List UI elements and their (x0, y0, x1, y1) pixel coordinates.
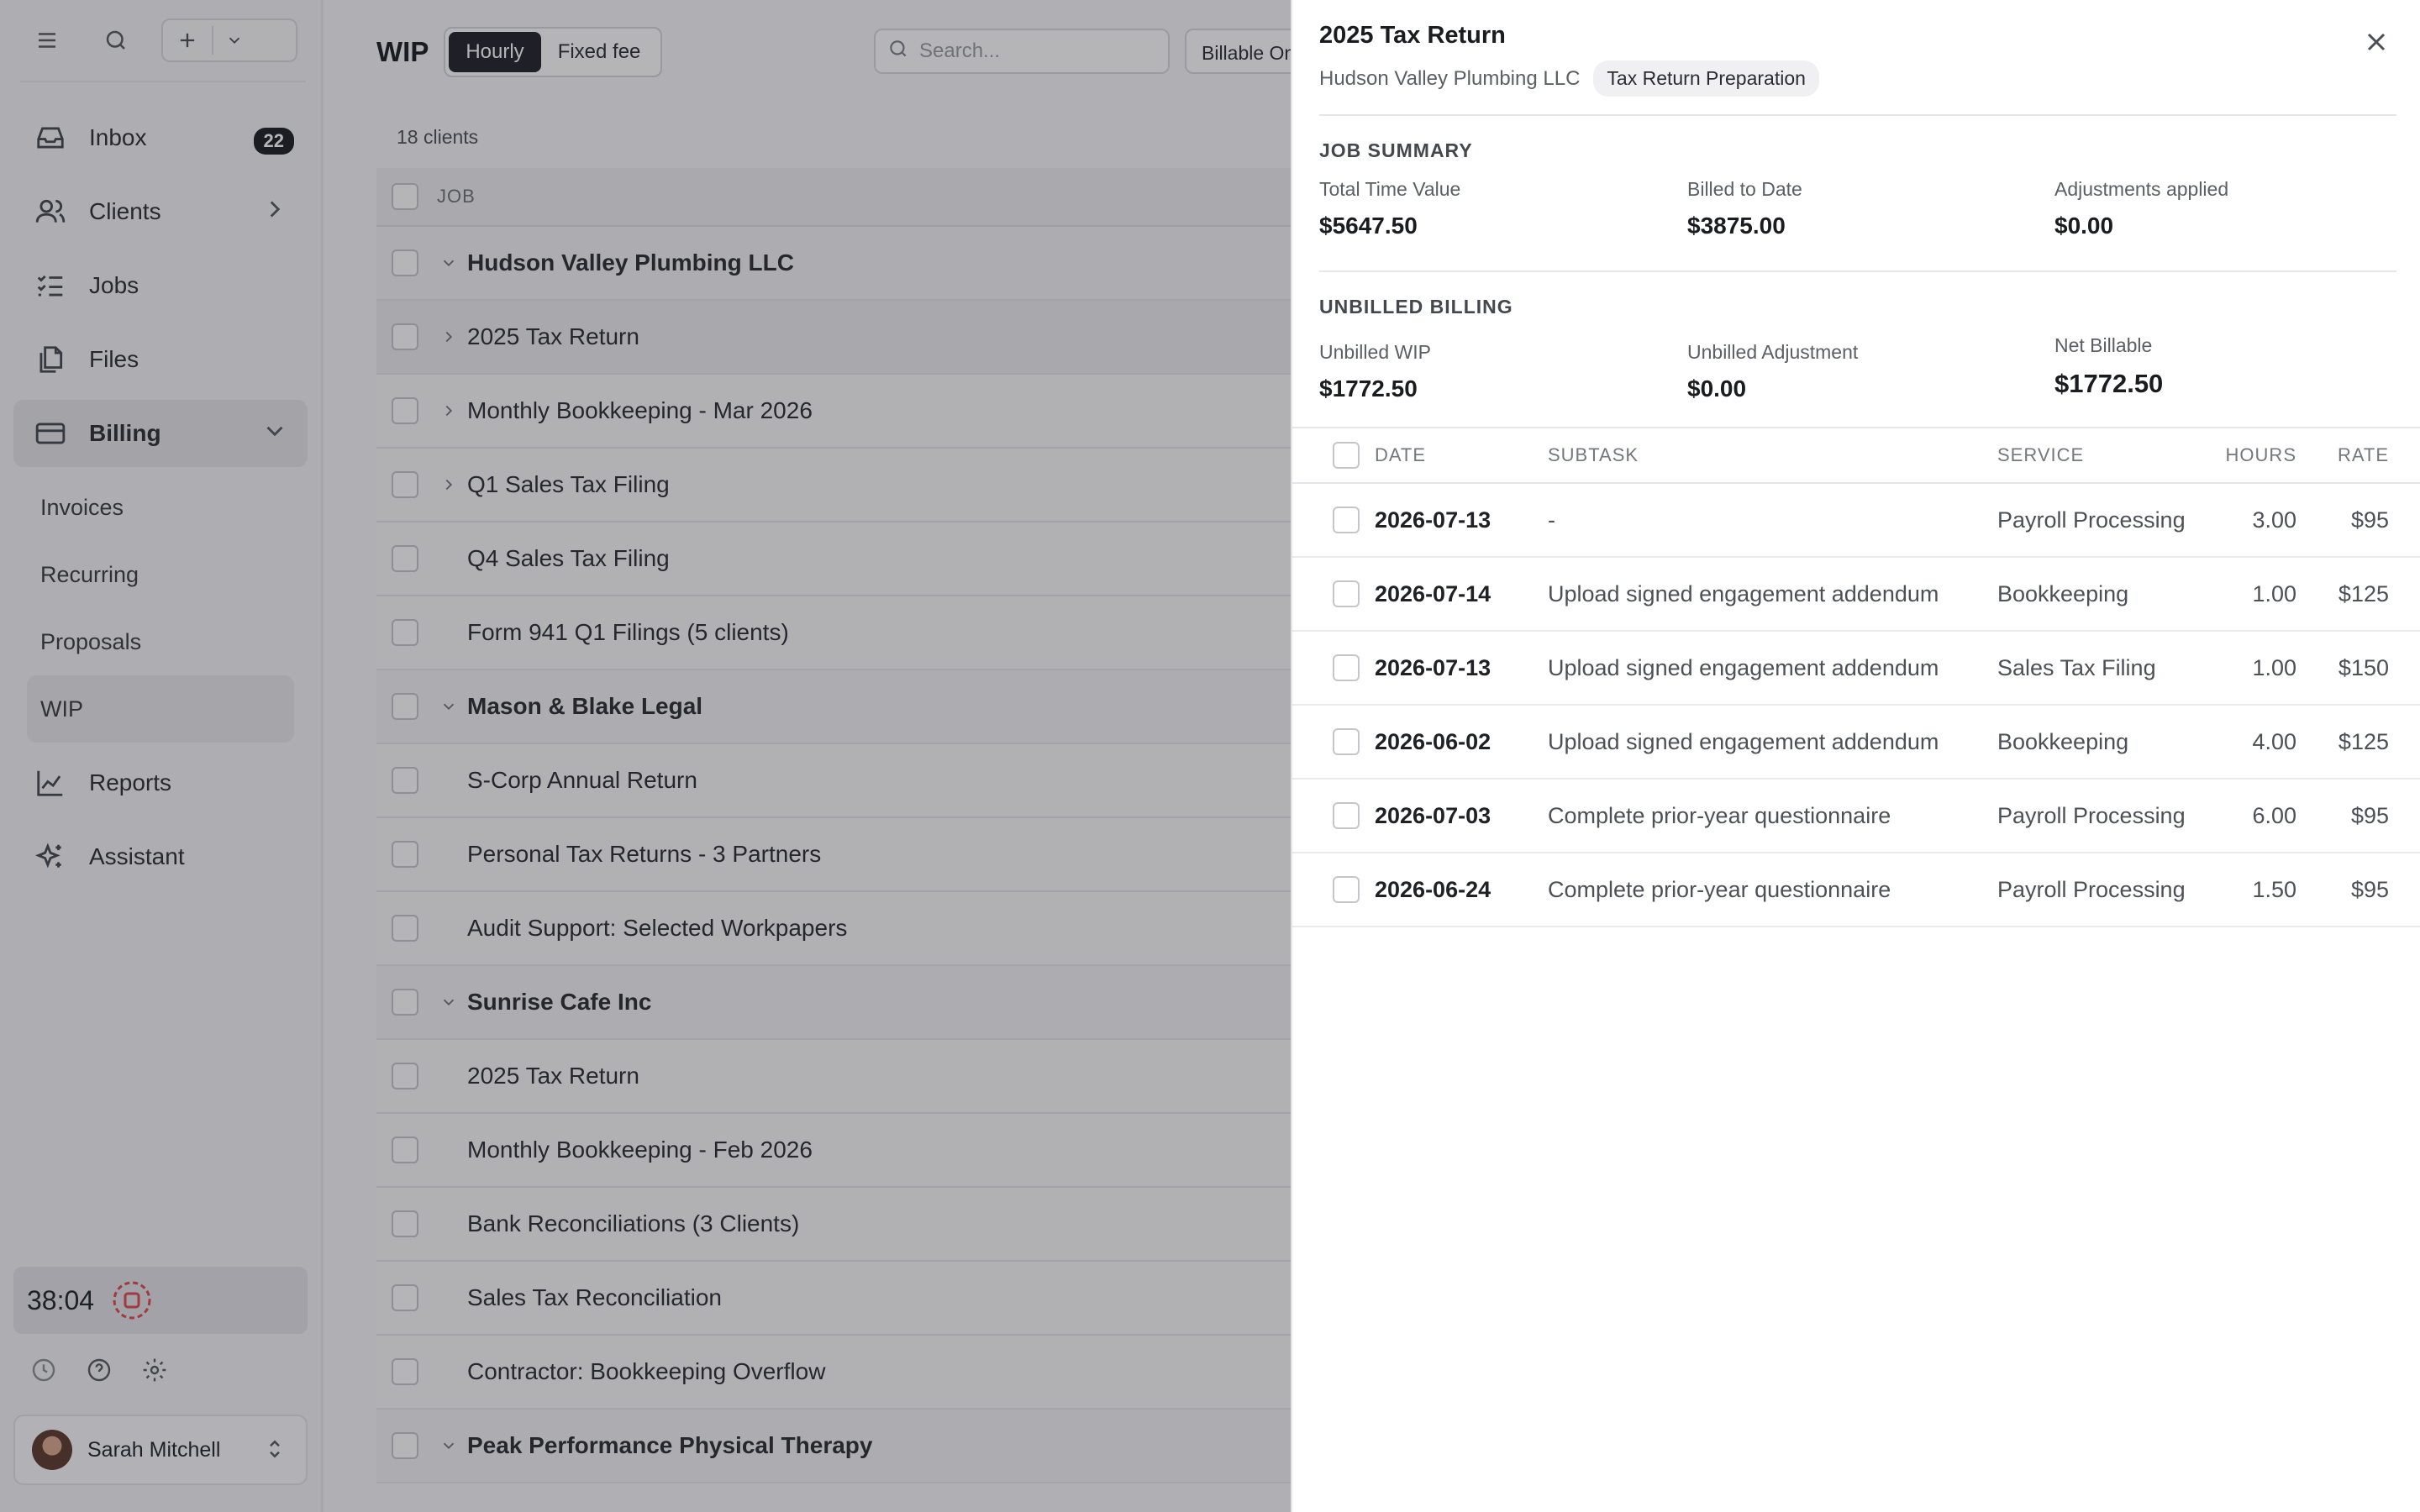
entry-checkbox[interactable] (1333, 876, 1360, 903)
client-name[interactable]: Hudson Valley Plumbing LLC (1319, 67, 1580, 91)
entry-date: 2026-07-13 (1375, 507, 1491, 533)
time-entry-row[interactable]: 2026-06-02 Upload signed engagement adden… (1292, 706, 2420, 780)
job-detail-drawer: 2025 Tax Return Hudson Valley Plumbing L… (1291, 0, 2420, 1512)
unbilled-wip: Unbilled WIP $1772.50 (1319, 341, 1431, 402)
time-entry-row[interactable]: 2026-07-13 Upload signed engagement adden… (1292, 632, 2420, 706)
billed-to-date: Billed to Date $3875.00 (1687, 178, 1802, 239)
column-header-hours: HOURS (2225, 444, 2296, 465)
modal-backdrop[interactable] (0, 0, 1291, 1512)
divider (1319, 114, 2396, 116)
divider (1319, 270, 2396, 272)
job-type-tag: Tax Return Preparation (1593, 60, 1819, 97)
net-billable: Net Billable $1772.50 (2054, 334, 2164, 398)
entry-rate: $95 (2350, 802, 2389, 828)
entry-checkbox[interactable] (1333, 728, 1360, 755)
entry-service: Bookkeeping (1997, 728, 2129, 754)
entry-date: 2026-06-02 (1375, 728, 1491, 754)
entry-subtask: - (1548, 507, 1555, 533)
entry-hours: 1.50 (2252, 876, 2296, 902)
time-entry-row[interactable]: 2026-07-03 Complete prior-year questionna… (1292, 780, 2420, 853)
entry-hours: 4.00 (2252, 728, 2296, 754)
time-entries-body: 2026-07-13- Payroll Processing 3.00 $95 2026… (1292, 484, 2420, 927)
time-entry-row[interactable]: 2026-07-13 - Payroll Processing 3.00 $95 (1292, 484, 2420, 558)
unbilled-billing-heading: UNBILLED BILLING (1319, 296, 1513, 318)
close-icon[interactable] (2361, 27, 2391, 61)
time-entry-row[interactable]: 2026-07-14 Upload signed engagement adden… (1292, 558, 2420, 632)
entry-checkbox[interactable] (1333, 654, 1360, 681)
time-entries-table: DATE SUBTASK SERVICE HOURS RATE 2026-07-… (1292, 427, 2420, 927)
drawer-title: 2025 Tax Return (1319, 22, 1506, 49)
column-header-service: SERVICE (1997, 444, 2085, 465)
drawer-subtitle: Hudson Valley Plumbing LLC Tax Return Pr… (1319, 60, 1819, 97)
job-summary-heading: JOB SUMMARY (1319, 139, 1473, 161)
entry-date: 2026-07-13 (1375, 654, 1491, 680)
entry-service: Sales Tax Filing (1997, 654, 2156, 680)
total-time-value: Total Time Value $5647.50 (1319, 178, 1461, 239)
time-entry-row[interactable]: 2026-06-24 Complete prior-year questionna… (1292, 853, 2420, 927)
time-entries-header: DATE SUBTASK SERVICE HOURS RATE (1292, 427, 2420, 484)
entry-service: Bookkeeping (1997, 580, 2129, 606)
entry-subtask: Upload signed engagement addendum (1548, 580, 1939, 606)
entry-date: 2026-07-14 (1375, 580, 1491, 606)
entry-date: 2026-06-24 (1375, 876, 1491, 902)
entry-subtask: Complete prior-year questionnaire (1548, 876, 1891, 902)
adjustments-applied: Adjustments applied $0.00 (2054, 178, 2229, 239)
entry-service: Payroll Processing (1997, 876, 2186, 902)
unbilled-adjustment: Unbilled Adjustment $0.00 (1687, 341, 1859, 402)
entry-hours: 6.00 (2252, 802, 2296, 828)
entry-checkbox[interactable] (1333, 580, 1360, 607)
entry-service: Payroll Processing (1997, 507, 2186, 533)
entry-hours: 3.00 (2252, 507, 2296, 533)
entry-rate: $150 (2338, 654, 2389, 680)
column-header-date: DATE (1375, 444, 1427, 465)
entry-checkbox[interactable] (1333, 802, 1360, 829)
entry-hours: 1.00 (2252, 580, 2296, 606)
entry-hours: 1.00 (2252, 654, 2296, 680)
entry-rate: $95 (2350, 876, 2389, 902)
entry-rate: $125 (2338, 728, 2389, 754)
entry-service: Payroll Processing (1997, 802, 2186, 828)
entry-subtask: Upload signed engagement addendum (1548, 728, 1939, 754)
entry-rate: $125 (2338, 580, 2389, 606)
column-header-subtask: SUBTASK (1548, 444, 1639, 465)
entry-subtask: Upload signed engagement addendum (1548, 654, 1939, 680)
entry-subtask: Complete prior-year questionnaire (1548, 802, 1891, 828)
entry-rate: $95 (2350, 507, 2389, 533)
entry-checkbox[interactable] (1333, 507, 1360, 533)
column-header-rate: RATE (2337, 444, 2389, 465)
entry-date: 2026-07-03 (1375, 802, 1491, 828)
app-window: Inbox 22 Clients Jobs Files Billing Invo… (0, 0, 2420, 1512)
select-all-entries-checkbox[interactable] (1333, 442, 1360, 469)
